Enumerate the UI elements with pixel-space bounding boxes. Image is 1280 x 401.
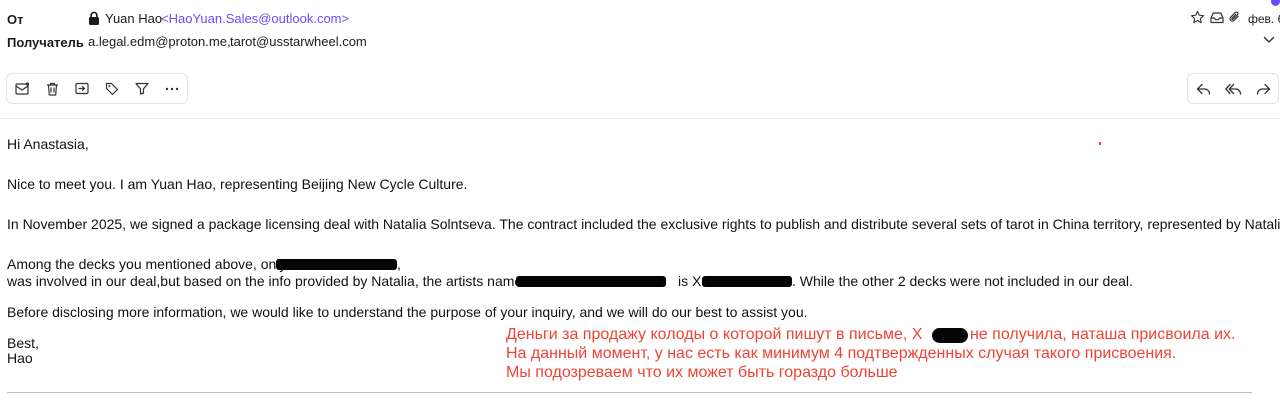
from-label: От xyxy=(7,12,24,27)
redacted-deck-title xyxy=(516,276,666,287)
inbox-icon[interactable] xyxy=(1210,11,1224,24)
more-icon xyxy=(165,87,179,91)
footer-divider xyxy=(7,392,1252,393)
paragraph-deal: In November 2025, we signed a package li… xyxy=(7,216,1280,232)
recipients-label: Получатель xyxy=(7,35,84,50)
forward-button[interactable] xyxy=(1248,75,1278,103)
move-to-folder-icon xyxy=(75,82,89,95)
message-date: фев. 6 xyxy=(1248,12,1280,26)
annotation-line3: Мы подозреваем что их может быть гораздо… xyxy=(506,364,898,381)
paragraph-intro: Nice to meet you. I am Yuan Hao, represe… xyxy=(7,176,468,192)
label-button[interactable] xyxy=(97,75,127,103)
trash-icon xyxy=(46,82,59,96)
filter-icon xyxy=(135,82,149,95)
annotation-line1a: Деньги за продажу колоды о которой пишут… xyxy=(506,326,923,343)
paragraph-decks-line1: Among the decks you mentioned above, onl… xyxy=(7,256,287,272)
red-mark xyxy=(1099,142,1101,145)
move-to-folder-button[interactable] xyxy=(67,75,97,103)
paragraph-decks-line2b: is X xyxy=(678,273,702,289)
filter-button[interactable] xyxy=(127,75,157,103)
move-to-inbox-icon xyxy=(14,82,30,95)
reply-icon xyxy=(1196,83,1211,95)
paragraph-decks-line2a: was involved in our deal,but based on th… xyxy=(7,273,538,289)
signoff: Best, xyxy=(7,335,39,351)
attachment-icon[interactable] xyxy=(1228,10,1241,25)
reply-button[interactable] xyxy=(1188,75,1218,103)
comma: , xyxy=(397,256,401,272)
star-icon[interactable] xyxy=(1190,10,1205,25)
redacted-name-annotation xyxy=(932,328,968,343)
greeting: Hi Anastasia, xyxy=(7,136,89,152)
redacted-artist-name xyxy=(702,276,792,287)
lock-icon xyxy=(88,11,100,25)
signature: Hao xyxy=(7,350,33,366)
redacted-deck-name xyxy=(276,259,397,270)
reply-all-icon xyxy=(1224,83,1242,95)
recipient-2[interactable]: tarot@usstarwheel.com xyxy=(230,34,367,49)
sender-email[interactable]: <HaoYuan.Sales@outlook.com> xyxy=(161,11,349,26)
unread-dot xyxy=(1271,0,1280,6)
message-actions-toolbar xyxy=(6,73,188,104)
recipient-1[interactable]: a.legal.edm@proton.me, xyxy=(88,34,231,49)
chevron-down-icon[interactable] xyxy=(1263,36,1275,44)
reply-all-button[interactable] xyxy=(1218,75,1248,103)
reply-actions-toolbar xyxy=(1187,73,1279,104)
annotation-line1b: не получила, наташа присвоила их. xyxy=(970,326,1236,343)
forward-icon xyxy=(1256,83,1271,95)
annotation-line2: На данный момент, у нас есть как минимум… xyxy=(506,345,1177,362)
header-divider xyxy=(0,118,1280,119)
paragraph-inquiry: Before disclosing more information, we w… xyxy=(7,304,808,320)
delete-button[interactable] xyxy=(37,75,67,103)
label-icon xyxy=(105,82,119,96)
sender-name[interactable]: Yuan Hao xyxy=(105,11,162,26)
move-to-inbox-button[interactable] xyxy=(7,75,37,103)
more-button[interactable] xyxy=(157,75,187,103)
paragraph-decks-line2c: . While the other 2 decks were not inclu… xyxy=(792,273,1133,289)
